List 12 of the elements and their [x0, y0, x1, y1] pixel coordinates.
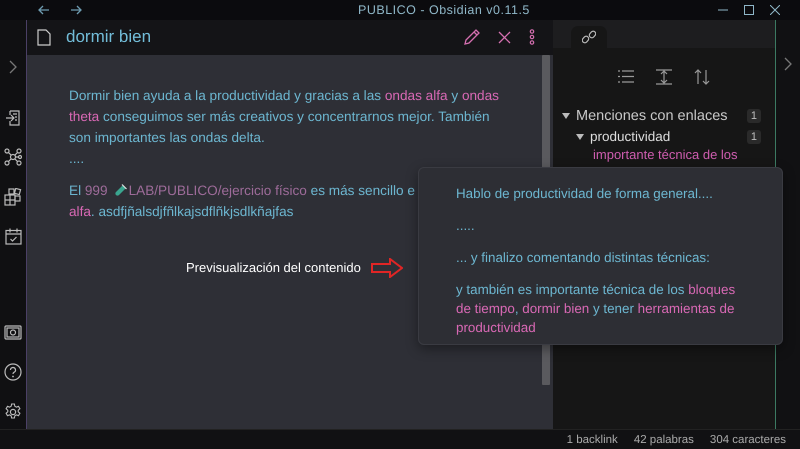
status-item: 42 palabras [634, 434, 694, 446]
status-item: 304 caracteres [710, 434, 786, 446]
count-badge: 1 [746, 130, 761, 144]
annotation-label: Previsualización del contenido [186, 260, 361, 276]
window-title: PUBLICO - Obsidian v0.11.5 [357, 2, 531, 17]
note-paragraph: Dormir bien ayuda a la productividad y gracias a las ondas alfa y ondas theta conseguimos ser más creativos y concentrarnos mejor. También son importantes las ondas delta. .... [69, 86, 500, 168]
preview-paragraph: Hablo de productividad de forma general.... [456, 184, 714, 203]
preview-paragraph: ... y finalizo comentando distintas técnicas: [456, 248, 711, 267]
preview-paragraph: y también es importante técnica de los bloques de tiempo, dormir bien y tener herramientas de productividad [456, 280, 736, 337]
preview-paragraph: ..... [456, 216, 476, 235]
status-item: 1 backlink [566, 434, 618, 446]
count-badge: 1 [746, 108, 761, 123]
